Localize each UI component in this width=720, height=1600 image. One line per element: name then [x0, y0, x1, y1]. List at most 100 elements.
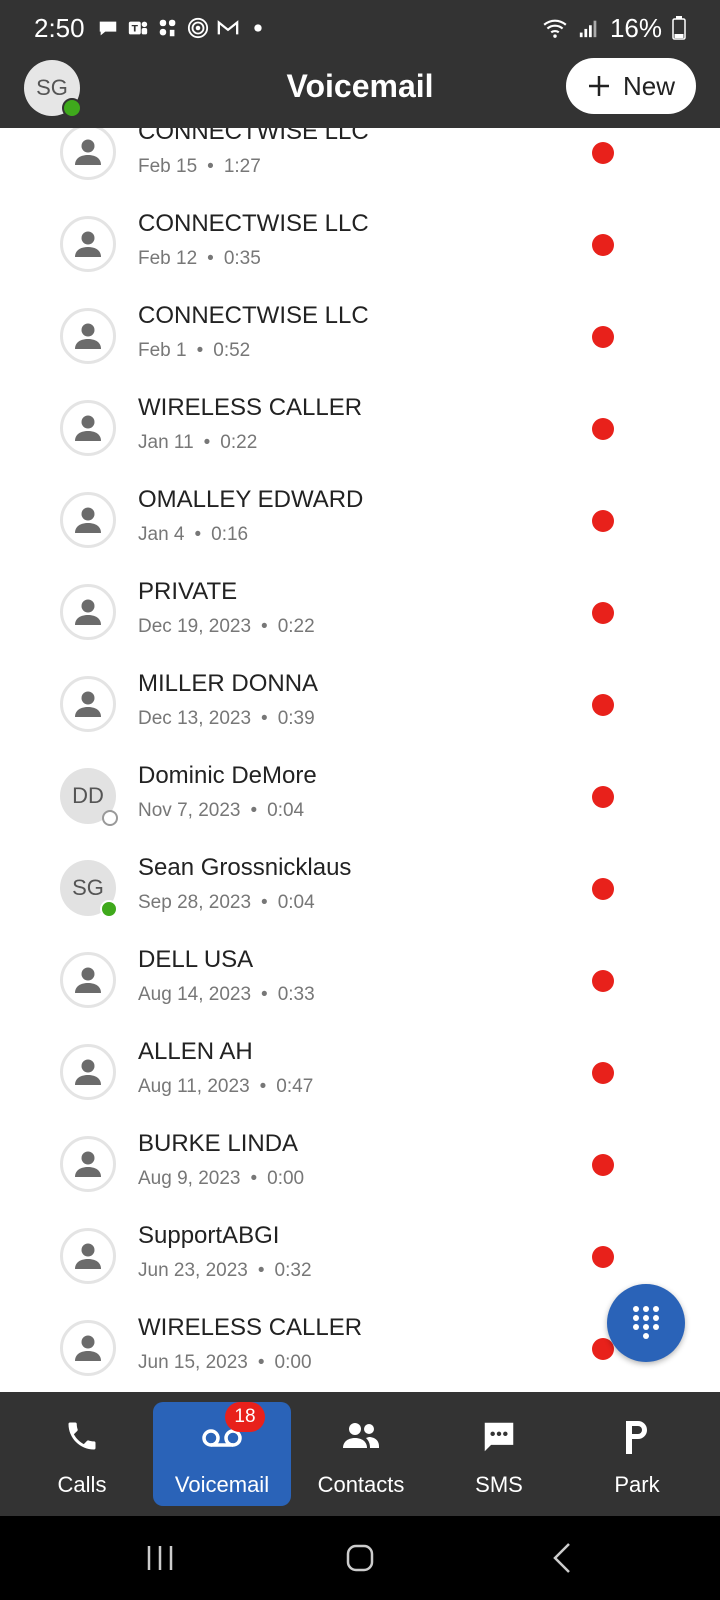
voicemail-date: Nov 7, 2023 — [138, 800, 241, 821]
voicemail-row[interactable]: OMALLEY EDWARD Jan 4 • 0:16 — [0, 482, 720, 574]
dialpad-button[interactable] — [607, 1284, 685, 1362]
voicemail-meta: Feb 1 • 0:52 — [138, 340, 250, 362]
back-button[interactable] — [542, 1540, 582, 1576]
voicemail-row[interactable]: PRIVATE Dec 19, 2023 • 0:22 — [0, 574, 720, 666]
meta-separator: • — [261, 984, 268, 1005]
target-icon — [187, 17, 208, 39]
person-icon — [75, 323, 101, 349]
meta-separator: • — [259, 1076, 267, 1097]
voicemail-row[interactable]: DD Dominic DeMore Nov 7, 2023 • 0:04 — [0, 758, 720, 850]
person-icon — [75, 1059, 101, 1085]
voicemail-date: Dec 19, 2023 — [138, 616, 252, 637]
meta-separator: • — [261, 892, 268, 913]
voicemail-duration: 0:39 — [277, 708, 315, 729]
nav-park[interactable]: Park — [568, 1402, 706, 1506]
voicemail-duration: 0:04 — [267, 800, 305, 821]
caller-name: SupportABGI — [138, 1222, 280, 1249]
battery-icon — [672, 16, 686, 40]
unread-indicator — [592, 970, 614, 992]
back-icon — [553, 1543, 570, 1573]
notification-icons: T — [97, 17, 269, 39]
meta-separator: • — [261, 616, 268, 637]
voicemail-row[interactable]: CONNECTWISE LLC Feb 1 • 0:52 — [0, 298, 720, 390]
person-icon — [75, 599, 101, 625]
voicemail-meta: Aug 11, 2023 • 0:47 — [138, 1076, 313, 1098]
voicemail-row[interactable]: MILLER DONNA Dec 13, 2023 • 0:39 — [0, 666, 720, 758]
voicemail-duration: 0:33 — [277, 984, 315, 1005]
recents-button[interactable] — [140, 1540, 180, 1576]
voicemail-meta: Jun 15, 2023 • 0:00 — [138, 1352, 312, 1374]
presence-online-indicator — [100, 900, 118, 918]
caller-name: ALLEN AH — [138, 1038, 253, 1065]
plus-icon — [588, 76, 609, 96]
svg-text:T: T — [131, 24, 138, 35]
voicemail-row[interactable]: SG Sean Grossnicklaus Sep 28, 2023 • 0:04 — [0, 850, 720, 942]
nav-calls-label: Calls — [57, 1472, 107, 1497]
voicemail-meta: Jan 4 • 0:16 — [138, 524, 248, 546]
dialpad-icon — [633, 1306, 659, 1339]
new-button[interactable]: New — [566, 58, 696, 114]
voicemail-meta: Nov 7, 2023 • 0:04 — [138, 800, 304, 822]
wifi-icon — [543, 19, 567, 38]
caller-name: BURKE LINDA — [138, 1130, 299, 1157]
voicemail-duration: 1:27 — [223, 156, 261, 177]
voicemail-row[interactable]: DELL USA Aug 14, 2023 • 0:33 — [0, 942, 720, 1034]
voicemail-row[interactable]: WIRELESS CALLER Jan 11 • 0:22 — [0, 390, 720, 482]
meta-separator: • — [207, 248, 214, 269]
user-avatar[interactable]: SG — [24, 60, 82, 118]
home-icon — [346, 1544, 374, 1572]
voicemail-list[interactable]: CONNECTWISE LLC Feb 15 • 1:27 CONNECTWISE LL… — [0, 128, 720, 1392]
meta-separator: • — [250, 1168, 258, 1189]
person-icon — [75, 691, 101, 717]
home-button[interactable] — [340, 1540, 380, 1576]
voicemail-date: Feb 1 — [138, 340, 187, 361]
meta-separator: • — [261, 708, 268, 729]
caller-avatar — [60, 492, 116, 548]
voicemail-meta: Feb 12 • 0:35 — [138, 248, 261, 270]
nav-contacts[interactable]: Contacts — [292, 1402, 430, 1506]
voicemail-date: Jun 23, 2023 — [138, 1260, 248, 1281]
status-time: 2:50 — [34, 12, 85, 43]
voicemail-date: Jan 11 — [138, 432, 194, 453]
sms-icon — [484, 1422, 514, 1452]
caller-avatar — [60, 400, 116, 456]
voicemail-meta: Sep 28, 2023 • 0:04 — [138, 892, 315, 914]
presence-online-indicator — [62, 98, 82, 118]
voicemail-date: Jan 4 — [138, 524, 185, 545]
person-icon — [75, 139, 101, 165]
caller-avatar: DD — [60, 768, 118, 826]
caller-name: WIRELESS CALLER — [138, 394, 363, 421]
voicemail-row[interactable]: BURKE LINDA Aug 9, 2023 • 0:00 — [0, 1126, 720, 1218]
voicemail-date: Aug 14, 2023 — [138, 984, 252, 1005]
voicemail-date: Aug 11, 2023 — [138, 1076, 250, 1097]
nav-sms[interactable]: SMS — [430, 1402, 568, 1506]
voicemail-row[interactable]: CONNECTWISE LLC Feb 12 • 0:35 — [0, 206, 720, 298]
nav-contacts-label: Contacts — [317, 1472, 405, 1497]
person-icon — [75, 1243, 101, 1269]
bottom-navigation: Calls 18 Voicemail Contacts SMS Park — [0, 1392, 720, 1516]
caller-name: CONNECTWISE LLC — [138, 302, 369, 329]
nav-calls[interactable]: Calls — [13, 1402, 151, 1506]
nav-voicemail[interactable]: 18 Voicemail — [153, 1402, 291, 1506]
unread-indicator — [592, 234, 614, 256]
nav-voicemail-label: Voicemail — [174, 1472, 270, 1497]
voicemail-date: Jun 15, 2023 — [138, 1352, 248, 1373]
voicemail-row[interactable]: ALLEN AH Aug 11, 2023 • 0:47 — [0, 1034, 720, 1126]
caller-avatar — [60, 952, 116, 1008]
status-bar: 2:50 T 16% — [0, 0, 720, 56]
app-bar: SG Voicemail New — [0, 56, 720, 128]
meta-separator: • — [203, 432, 211, 453]
contacts-icon — [343, 1423, 379, 1448]
voicemail-row[interactable]: SupportABGI Jun 23, 2023 • 0:32 — [0, 1218, 720, 1310]
voicemail-date: Feb 12 — [138, 248, 198, 269]
caller-name: CONNECTWISE LLC — [138, 128, 369, 145]
slack-icon — [159, 19, 175, 37]
caller-initials: SG — [72, 875, 104, 900]
caller-avatar — [60, 1044, 116, 1100]
voicemail-duration: 0:16 — [211, 524, 249, 545]
voicemail-meta: Jan 11 • 0:22 — [138, 432, 257, 454]
person-icon — [75, 1151, 101, 1177]
caller-name: Dominic DeMore — [138, 762, 317, 789]
unread-indicator — [592, 1154, 614, 1176]
voicemail-row[interactable]: CONNECTWISE LLC Feb 15 • 1:27 — [0, 128, 720, 206]
